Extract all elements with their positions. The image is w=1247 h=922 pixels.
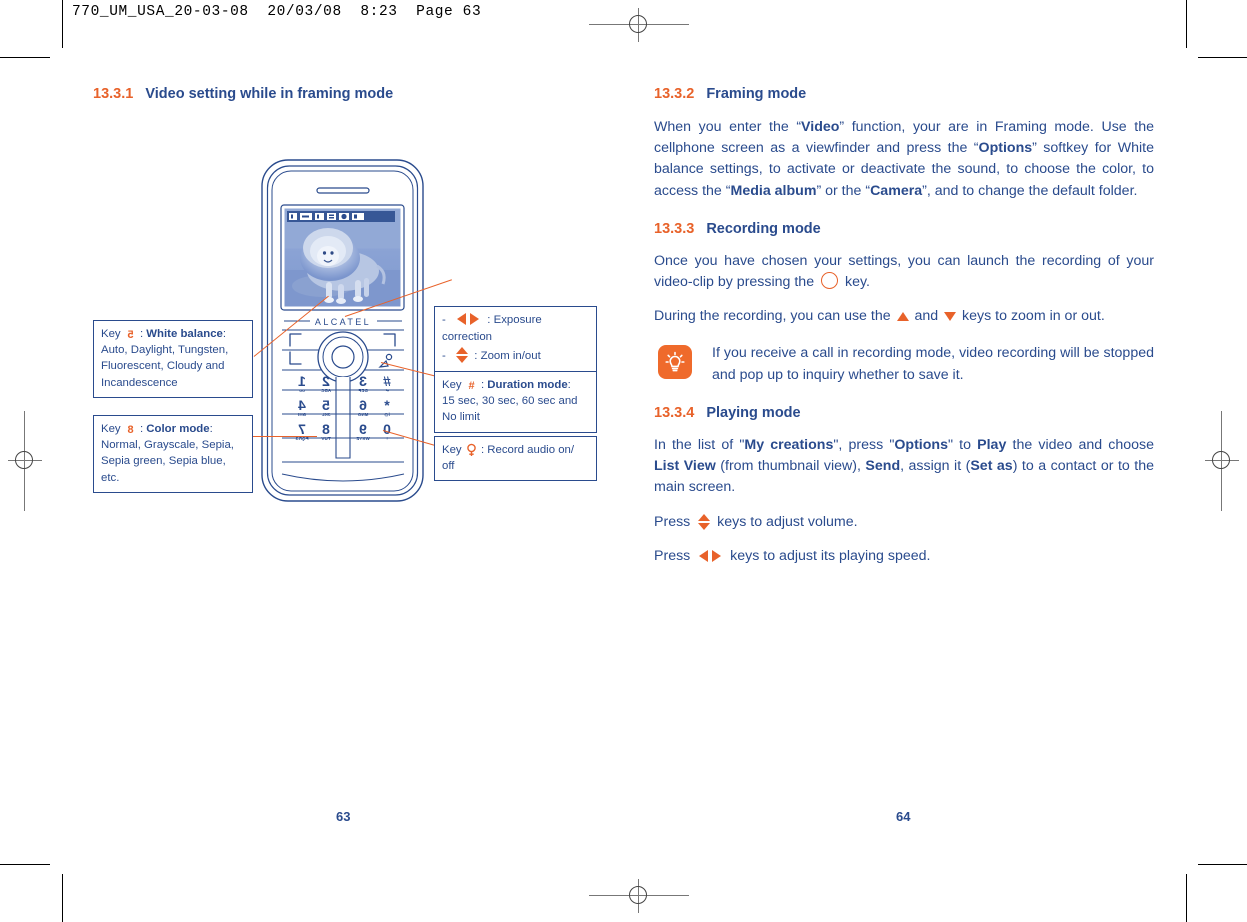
svg-text:/@: /@ [384, 412, 390, 417]
svg-text:MNO: MNO [357, 412, 368, 417]
callout-line: - : Exposure correction [442, 313, 542, 344]
section-number: 13.3.2 [654, 86, 695, 102]
key-8: 8 [322, 421, 330, 437]
callout-line: Normal, Grayscale, Sepia, [101, 439, 234, 452]
key-7: 7 [298, 421, 306, 437]
svg-text:ABC: ABC [320, 388, 331, 393]
key-2: 2 [322, 373, 330, 389]
svg-text:TUV: TUV [321, 436, 330, 441]
registration-mark-left [8, 411, 42, 511]
volume-arrows-icon [697, 513, 710, 530]
section-heading-13-3-4: 13.3.4 Playing mode [654, 404, 1154, 422]
key-6: 6 [359, 397, 367, 413]
key-8-icon: 8 [127, 424, 133, 436]
print-header-text: 770_UM_USA_20-03-08 20/03/08 8:23 Page 6… [72, 4, 482, 20]
section-heading-13-3-3: 13.3.3 Recording mode [654, 220, 1154, 238]
callout-line: Key 5 : White balance: [101, 328, 227, 341]
section-title: Framing mode [706, 86, 807, 102]
section-number: 13.3.1 [93, 86, 134, 102]
key-4: 4 [298, 397, 306, 413]
crop-mark-bottom-left-vertical [62, 874, 63, 922]
svg-text:DEF: DEF [358, 388, 367, 393]
paragraph-playing-speed: Press keys to adjust its playing speed. [654, 546, 1154, 568]
callout-line: Key 8 : Color mode: [101, 423, 213, 436]
callout-line: Sepia green, Sepia blue, etc. [101, 455, 226, 484]
section-number: 13.3.3 [654, 220, 695, 237]
callout-line: Fluorescent, Cloudy and [101, 360, 225, 373]
section-heading-13-3-1: 13.3.1 Video setting while in framing mod… [93, 85, 598, 103]
phone-status-bar [287, 211, 395, 222]
callout-record-audio: Key : Record audio on/ off [434, 436, 597, 482]
phone-brand-label: ALCATEL [315, 317, 371, 327]
callout-line: - : Zoom in/out [442, 347, 589, 364]
up-arrow-icon [896, 312, 909, 322]
crop-mark-top-left-horizontal [0, 57, 50, 58]
crop-mark-top-left-vertical [62, 0, 63, 48]
tip-note-text: If you receive a call in recording mode,… [712, 345, 1154, 383]
section-title: Playing mode [706, 404, 801, 421]
paragraph-recording-launch: Once you have chosen your settings, you … [654, 252, 1154, 291]
callout-line: 15 sec, 30 sec, 60 sec and [442, 395, 578, 408]
registration-mark-top [589, 8, 689, 42]
svg-text:8: 8 [127, 424, 133, 436]
key-0-icon [466, 443, 476, 456]
section-heading-13-3-2: 13.3.2 Framing mode [654, 85, 1154, 103]
section-title: Video setting while in framing mode [145, 86, 394, 102]
paragraph-volume: Press keys to adjust volume. [654, 513, 858, 530]
page-number-left: 63 [336, 809, 351, 824]
key-hash-icon: # [468, 380, 474, 392]
key-5: 5 [322, 397, 330, 413]
paragraph-framing-mode: When you enter the “Video” function, you… [654, 119, 1154, 199]
speed-arrows-icon [697, 547, 723, 568]
paragraph-playing-mode: In the list of "My creations", press "Op… [654, 437, 1155, 496]
up-down-arrows-icon [455, 347, 468, 364]
section-number: 13.3.4 [654, 404, 695, 421]
svg-text:↵: ↵ [385, 388, 389, 393]
svg-text:GHI: GHI [298, 412, 306, 417]
registration-mark-right [1205, 411, 1239, 511]
key-3: 3 [359, 373, 367, 389]
key-9: 9 [359, 421, 367, 437]
callout-line: Key : Record audio on/ [442, 443, 575, 456]
callout-line: Auto, Daylight, Tungsten, [101, 344, 229, 357]
left-right-arrows-icon [455, 313, 481, 329]
right-page-column: 13.3.2 Framing mode When you enter the “V… [654, 85, 1154, 568]
svg-text:5: 5 [127, 329, 133, 341]
crop-mark-top-right-horizontal [1198, 57, 1247, 58]
callout-exposure-zoom: - : Exposure correction - : Zoom in/out [434, 306, 597, 372]
key-1: 1 [298, 373, 306, 389]
ok-key-icon [821, 272, 839, 290]
svg-text:JKL: JKL [321, 412, 330, 417]
down-arrow-icon [944, 312, 957, 322]
svg-text:#: # [468, 380, 474, 392]
key-0: 0 [383, 421, 391, 437]
svg-text:oo: oo [299, 388, 305, 393]
lightbulb-icon [658, 345, 692, 380]
svg-text:WXYZ: WXYZ [356, 436, 370, 441]
left-page-column: 13.3.1 Video setting while in framing mod… [93, 85, 598, 103]
callout-color-mode: Key 8 : Color mode: Normal, Grayscale, S… [93, 415, 253, 493]
callout-line: Incandescence [101, 376, 178, 389]
registration-mark-bottom [589, 879, 689, 913]
crop-mark-bottom-left-horizontal [0, 864, 50, 865]
svg-text:+: + [385, 436, 388, 441]
callout-white-balance: Key 5 : White balance: Auto, Daylight, T… [93, 320, 253, 398]
callout-line: off [442, 460, 455, 473]
paragraph-recording-zoom: During the recording, you can use the an… [654, 308, 1105, 325]
crop-mark-bottom-right-horizontal [1198, 864, 1247, 865]
callout-line: No limit [442, 411, 480, 424]
key-5-icon: 5 [127, 329, 133, 341]
key-hash: # [383, 373, 391, 389]
key-star: * [384, 397, 390, 413]
callout-duration-mode: Key # : Duration mode: 15 sec, 30 sec, 6… [434, 371, 597, 433]
callout-line: Key # : Duration mode: [442, 379, 571, 392]
crop-mark-bottom-right-vertical [1186, 874, 1187, 922]
section-title: Recording mode [706, 220, 821, 237]
page-number-right: 64 [896, 809, 911, 824]
tip-note: If you receive a call in recording mode,… [654, 343, 1154, 386]
crop-mark-top-right-vertical [1186, 0, 1187, 48]
phone-figure: ALCATEL 1 2 3 # 4 5 6 * 7 8 9 0 oo ABC D… [93, 140, 603, 520]
